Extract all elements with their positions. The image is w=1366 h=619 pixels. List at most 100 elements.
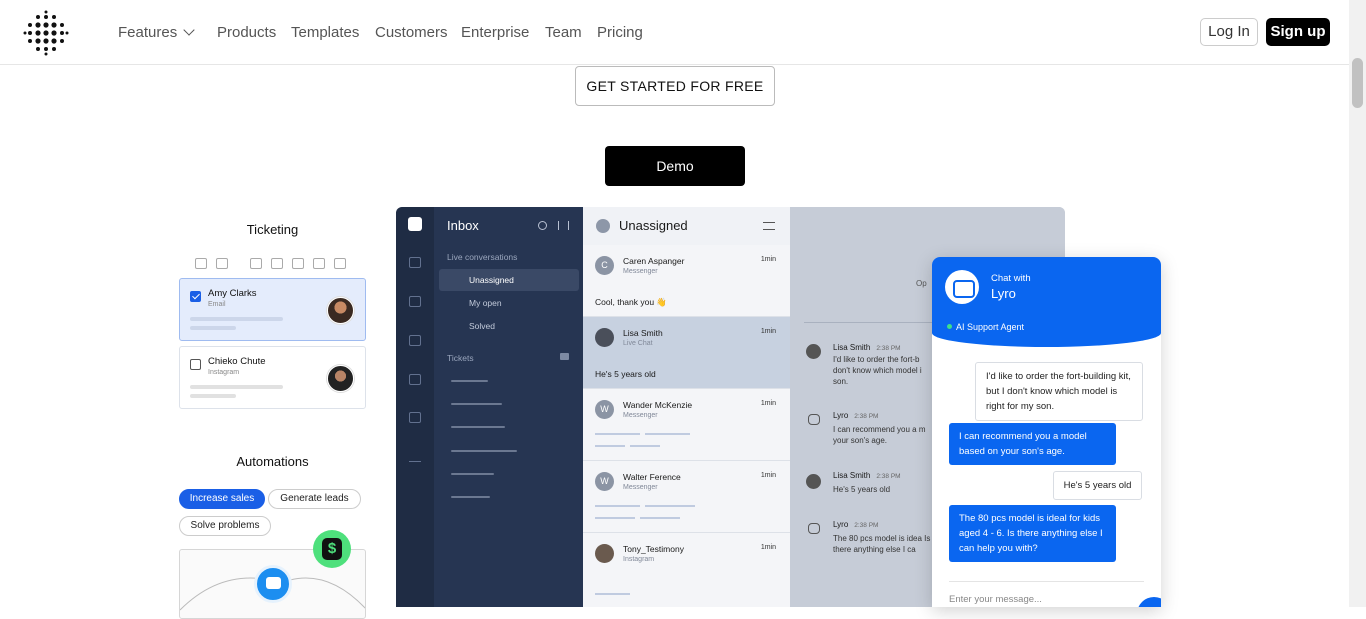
conversation-source: Messenger [623, 412, 658, 419]
ticket-name: Chieko Chute [208, 356, 266, 367]
search-icon[interactable] [538, 221, 547, 230]
signup-button[interactable]: Sign up [1266, 18, 1330, 46]
logo-icon[interactable] [22, 9, 70, 57]
assign-user-icon[interactable] [292, 258, 304, 269]
conversation-name: Wander McKenzie [623, 400, 693, 410]
pill-increase-sales[interactable]: Increase sales [179, 489, 265, 509]
placeholder-line [595, 517, 635, 519]
ticket-item[interactable]: Amy Clarks Email [179, 278, 366, 341]
conversation-list-header: Unassigned [583, 207, 790, 245]
analytics-icon[interactable] [409, 451, 421, 462]
message-author: Lyro 2:38 PM [833, 411, 878, 420]
nav-products[interactable]: Products [217, 24, 276, 41]
placeholder-line [595, 433, 640, 435]
conversation-item[interactable]: C Caren Aspanger Messenger 1min Cool, th… [583, 245, 790, 317]
filter-icon[interactable] [763, 222, 775, 230]
inbox-item-my-open[interactable]: My open [439, 292, 579, 314]
app-sidebar-rail [396, 207, 434, 607]
nav-team[interactable]: Team [545, 24, 582, 41]
inbox-panel: Inbox Live conversations Unassigned My o… [434, 207, 583, 607]
send-button[interactable] [1137, 597, 1161, 607]
conversation-preview: Cool, thank you 👋 [595, 297, 668, 307]
login-button[interactable]: Log In [1200, 18, 1258, 46]
pill-solve-problems[interactable]: Solve problems [179, 516, 271, 536]
ticket-checkbox[interactable] [190, 359, 201, 370]
inbox-icon[interactable] [408, 217, 422, 231]
top-navigation: Features Products Templates Customers En… [0, 0, 1349, 65]
tickets-section[interactable]: Tickets [447, 353, 474, 363]
placeholder-line [640, 517, 680, 519]
message-author: Lyro 2:38 PM [833, 520, 878, 529]
bot-message: The 80 pcs model is ideal for kids aged … [949, 505, 1116, 562]
automations-card: Automations Increase sales Generate lead… [170, 440, 375, 619]
ticket-checkbox[interactable] [190, 291, 201, 302]
bot-icon [808, 523, 820, 534]
conversation-item[interactable]: W Walter Ference Messenger 1min [583, 461, 790, 533]
conversation-name: Tony_Testimony [623, 544, 684, 554]
message-author-name: Lyro [833, 520, 849, 529]
message-author-name: Lisa Smith [833, 343, 871, 352]
chat-widget-header: Chat with Lyro AI Support Agent [932, 257, 1161, 347]
conversation-time: 1min [760, 328, 776, 335]
copy-icon[interactable] [216, 258, 228, 269]
contacts-icon[interactable] [409, 374, 421, 385]
conversation-item[interactable]: W Wander McKenzie Messenger 1min [583, 389, 790, 461]
inbox-title: Inbox [447, 218, 479, 233]
inbox-item-solved[interactable]: Solved [439, 315, 579, 337]
status-badge: AI Support Agent [947, 322, 1024, 332]
nav-features-label: Features [118, 24, 178, 41]
live-conversations-section[interactable]: Live conversations [447, 252, 517, 262]
placeholder-line [190, 394, 236, 398]
conversation-time: 1min [760, 544, 776, 551]
placeholder-line [595, 505, 640, 507]
dollar-icon: $ [313, 530, 351, 568]
dollar-symbol: $ [322, 538, 342, 560]
conversation-item[interactable]: Tony_Testimony Instagram 1min [583, 533, 790, 607]
conversation-source: Instagram [623, 556, 655, 563]
archive-icon[interactable] [195, 258, 207, 269]
demo-button[interactable]: Demo [605, 146, 745, 186]
pill-generate-leads[interactable]: Generate leads [268, 489, 361, 509]
trash-icon[interactable] [334, 258, 346, 269]
automation-icon[interactable] [409, 335, 421, 346]
conversation-source: Live Chat [623, 340, 653, 347]
nav-features[interactable]: Features [118, 24, 195, 41]
inbox-item-unassigned[interactable]: Unassigned [439, 269, 579, 291]
chat-with-label: Chat with [991, 273, 1031, 284]
avatar: W [595, 472, 614, 491]
new-ticket-icon[interactable] [560, 353, 569, 360]
message-text: He's 5 years old [833, 485, 891, 494]
avatar [806, 344, 821, 359]
placeholder-line [451, 496, 490, 498]
ticket-source: Email [208, 301, 226, 308]
message-input[interactable]: Enter your message... [949, 594, 1042, 605]
scrollbar-thumb[interactable] [1352, 58, 1363, 108]
avatar [595, 544, 614, 563]
nav-pricing[interactable]: Pricing [597, 24, 643, 41]
bot-name: Lyro [991, 286, 1016, 301]
conversation-time: 1min [760, 472, 776, 479]
conversation-item[interactable]: Lisa Smith Live Chat 1min He's 5 years o… [583, 317, 790, 389]
ticket-name: Amy Clarks [208, 288, 257, 299]
user-message: I'd like to order the fort-building kit,… [975, 362, 1143, 421]
bot-icon[interactable] [409, 296, 421, 307]
conversation-source: Messenger [623, 484, 658, 491]
ticketing-card: Ticketing Amy Clarks Email Chieko Chute … [170, 210, 375, 440]
nav-enterprise[interactable]: Enterprise [461, 24, 529, 41]
online-dot [947, 324, 952, 329]
conversation-list: Unassigned C Caren Aspanger Messenger 1m… [583, 207, 790, 607]
ticket-item[interactable]: Chieko Chute Instagram [179, 346, 366, 409]
check-icon[interactable] [271, 258, 283, 269]
nav-customers[interactable]: Customers [375, 24, 448, 41]
home-icon[interactable] [409, 257, 421, 268]
bot-message: I can recommend you a model based on you… [949, 423, 1116, 465]
get-started-button[interactable]: GET STARTED FOR FREE [575, 66, 775, 106]
collapse-icon[interactable] [558, 221, 569, 230]
nav-templates[interactable]: Templates [291, 24, 359, 41]
move-icon[interactable] [313, 258, 325, 269]
mail-icon[interactable] [250, 258, 262, 269]
avatar [806, 474, 821, 489]
message-time: 2:38 PM [854, 413, 879, 420]
campaigns-icon[interactable] [409, 412, 421, 423]
avatar [595, 328, 614, 347]
